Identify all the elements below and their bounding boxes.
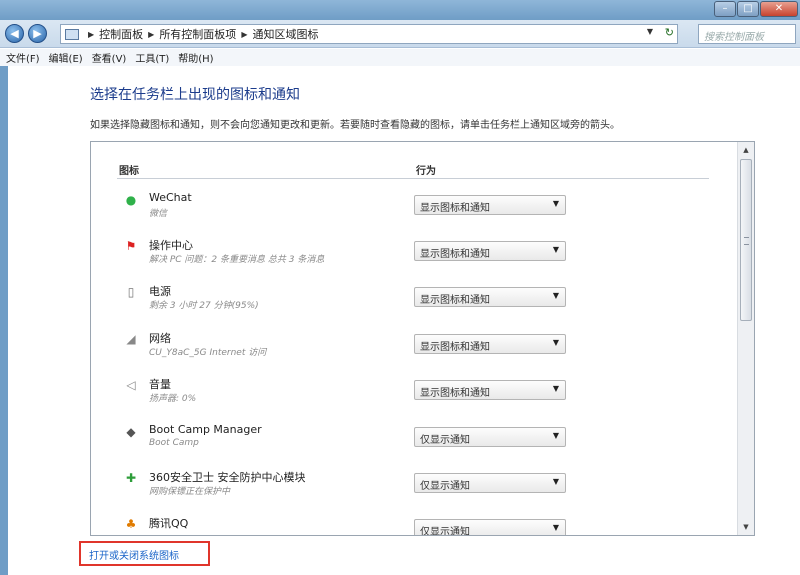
title-bar: – □ ✕: [0, 0, 800, 20]
behavior-value: 显示图标和通知: [420, 342, 490, 353]
list-item: ⚑ 操作中心 解决 PC 问题：2 条重要消息 总共 3 条消息 显示图标和通知…: [117, 235, 717, 279]
qq-icon: ♣: [125, 517, 137, 531]
behavior-value: 显示图标和通知: [420, 295, 490, 306]
item-status: Boot Camp: [149, 438, 199, 448]
menu-bar: 文件(F) 编辑(E) 查看(V) 工具(T) 帮助(H): [0, 49, 800, 66]
item-status: CU_Y8aC_5G Internet 访问: [149, 348, 267, 358]
item-status: 扬声器: 0%: [149, 394, 197, 404]
chevron-down-icon: ▼: [552, 338, 559, 347]
header-divider: [117, 178, 709, 179]
item-name: 音量: [149, 378, 171, 391]
computer-icon: [65, 28, 79, 40]
close-button[interactable]: ✕: [760, 1, 798, 17]
page-title: 选择在任务栏上出现的图标和通知: [90, 87, 300, 103]
behavior-value: 显示图标和通知: [420, 388, 490, 399]
item-name: Boot Camp Manager: [149, 423, 262, 436]
360-safe-icon: ✚: [125, 471, 137, 485]
behavior-select[interactable]: 显示图标和通知 ▼: [414, 380, 566, 400]
scroll-up-icon[interactable]: ▲: [738, 142, 754, 158]
menu-help[interactable]: 帮助(H): [178, 50, 213, 65]
column-header-icon: 图标: [119, 166, 139, 177]
action-center-icon: ⚑: [125, 239, 137, 253]
chevron-down-icon: ▼: [552, 384, 559, 393]
search-input[interactable]: 搜索控制面板: [698, 24, 796, 44]
chevron-down-icon[interactable]: ▼: [647, 27, 653, 36]
behavior-value: 显示图标和通知: [420, 203, 490, 214]
behavior-select[interactable]: 仅显示通知 ▼: [414, 519, 566, 536]
behavior-select[interactable]: 显示图标和通知 ▼: [414, 195, 566, 215]
behavior-select[interactable]: 显示图标和通知 ▼: [414, 241, 566, 261]
behavior-value: 显示图标和通知: [420, 249, 490, 260]
chevron-down-icon: ▼: [552, 431, 559, 440]
window-frame-left: [0, 66, 8, 575]
list-item: ▯ 电源 剩余 3 小时 27 分钟(95%) 显示图标和通知 ▼: [117, 281, 717, 325]
address-bar[interactable]: ▶ 控制面板 ▶ 所有控制面板项 ▶ 通知区域图标 ▼ ↻: [60, 24, 678, 44]
list-item: ◆ Boot Camp Manager Boot Camp 仅显示通知 ▼: [117, 421, 717, 465]
breadcrumb-item[interactable]: 通知区域图标: [252, 26, 318, 42]
window-controls: – □ ✕: [713, 1, 798, 17]
chevron-down-icon: ▼: [552, 199, 559, 208]
minimize-button[interactable]: –: [714, 1, 736, 17]
list-item: ♣ 腾讯QQ 仅显示通知 ▼: [117, 513, 717, 536]
behavior-select[interactable]: 仅显示通知 ▼: [414, 473, 566, 493]
wechat-icon: ●: [125, 193, 137, 207]
column-header-behavior: 行为: [416, 166, 436, 177]
forward-button[interactable]: ▶: [28, 24, 47, 43]
scrollbar-thumb[interactable]: [740, 159, 752, 321]
menu-edit[interactable]: 编辑(E): [49, 50, 83, 65]
address-row: ◀ ▶ ▶ 控制面板 ▶ 所有控制面板项 ▶ 通知区域图标 ▼ ↻ 搜索控制面板: [0, 20, 800, 48]
breadcrumb-item[interactable]: 所有控制面板项: [159, 26, 236, 42]
grip-icon: [744, 237, 749, 245]
maximize-button[interactable]: □: [737, 1, 759, 17]
list-item: ◢ 网络 CU_Y8aC_5G Internet 访问 显示图标和通知 ▼: [117, 328, 717, 372]
item-name: 电源: [149, 285, 171, 298]
menu-view[interactable]: 查看(V): [92, 50, 127, 65]
item-status: 微信: [149, 209, 168, 219]
bootcamp-icon: ◆: [126, 425, 136, 439]
system-icons-link[interactable]: 打开或关闭系统图标: [79, 541, 210, 566]
breadcrumb-separator-icon: ▶: [148, 29, 155, 39]
behavior-value: 仅显示通知: [420, 527, 470, 536]
menu-tools[interactable]: 工具(T): [135, 50, 169, 65]
item-name: 操作中心: [149, 239, 193, 252]
volume-icon: ◁: [126, 378, 136, 392]
behavior-value: 仅显示通知: [420, 481, 470, 492]
behavior-value: 仅显示通知: [420, 435, 470, 446]
list-item: ● WeChat 微信 显示图标和通知 ▼: [117, 189, 717, 233]
menu-file[interactable]: 文件(F): [6, 50, 40, 65]
item-status: 剩余 3 小时 27 分钟(95%): [149, 301, 259, 311]
breadcrumb-item[interactable]: 控制面板: [99, 26, 143, 42]
behavior-select[interactable]: 显示图标和通知 ▼: [414, 287, 566, 307]
chevron-down-icon: ▼: [552, 523, 559, 532]
scroll-down-icon[interactable]: ▼: [738, 519, 754, 535]
item-name: 网络: [149, 332, 171, 345]
list-item: ◁ 音量 扬声器: 0% 显示图标和通知 ▼: [117, 374, 717, 418]
breadcrumb-separator-icon: ▶: [241, 29, 248, 39]
refresh-icon[interactable]: ↻: [665, 26, 674, 39]
item-status: 网购保镖正在保护中: [149, 487, 231, 497]
list-item: ✚ 360安全卫士 安全防护中心模块 网购保镖正在保护中 仅显示通知 ▼: [117, 467, 717, 511]
vertical-scrollbar[interactable]: ▲ ▼: [737, 142, 754, 535]
chevron-down-icon: ▼: [552, 477, 559, 486]
page-description: 如果选择隐藏图标和通知，则不会向您通知更改和更新。若要随时查看隐藏的图标，请单击…: [90, 120, 620, 131]
chevron-down-icon: ▼: [552, 245, 559, 254]
battery-icon: ▯: [127, 285, 135, 299]
item-name: 腾讯QQ: [149, 517, 189, 530]
item-status: 解决 PC 问题：2 条重要消息 总共 3 条消息: [149, 255, 325, 265]
behavior-select[interactable]: 显示图标和通知 ▼: [414, 334, 566, 354]
behavior-select[interactable]: 仅显示通知 ▼: [414, 427, 566, 447]
breadcrumb-separator-icon: ▶: [88, 29, 95, 39]
item-name: 360安全卫士 安全防护中心模块: [149, 471, 306, 484]
chevron-down-icon: ▼: [552, 291, 559, 300]
item-name: WeChat: [149, 191, 192, 204]
network-icon: ◢: [126, 332, 136, 346]
back-button[interactable]: ◀: [5, 24, 24, 43]
icon-list-panel: 图标 行为 ● WeChat 微信 显示图标和通知 ▼ ⚑ 操作中心 解决 PC…: [90, 141, 755, 536]
